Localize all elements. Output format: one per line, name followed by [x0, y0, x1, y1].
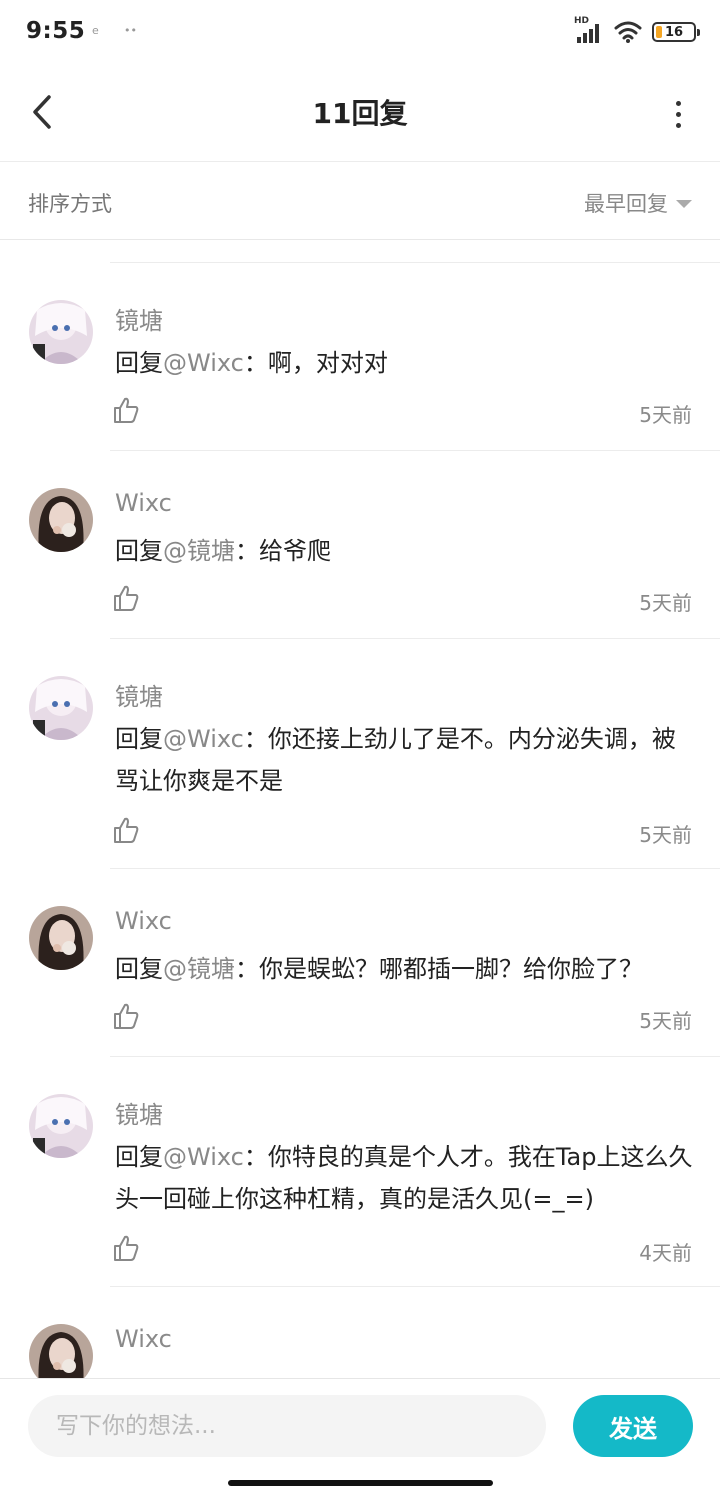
reply-body: ：啊，对对对	[243, 349, 388, 377]
comment-text: 回复@Wixc：你还接上劲儿了是不。内分泌失调，被骂让你爽是不是	[115, 718, 695, 802]
comment-time: 5天前	[639, 403, 692, 427]
sort-bar: 排序方式 最早回复	[0, 162, 720, 240]
reply-prefix: 回复	[115, 537, 163, 565]
avatar[interactable]	[29, 300, 93, 364]
more-vertical-icon	[675, 100, 681, 106]
mention-link[interactable]: @镜塘	[163, 955, 235, 983]
signal-icon: HD	[574, 16, 604, 44]
page-title: 11回复	[312, 97, 408, 130]
reply-prefix: 回复	[115, 725, 163, 753]
comment-time: 5天前	[639, 823, 692, 847]
reply-prefix: 回复	[115, 1143, 163, 1171]
thumbs-up-icon[interactable]	[112, 1002, 140, 1030]
comment-author[interactable]: 镜塘	[115, 301, 163, 336]
battery-icon: 16	[652, 22, 700, 42]
comment-author[interactable]: Wixc	[115, 907, 172, 935]
comment-text: 回复@镜塘：给爷爬	[115, 530, 695, 572]
battery-fill	[656, 26, 662, 38]
reply-input-container[interactable]	[28, 1395, 546, 1457]
comment-text: 回复@Wixc：啊，对对对	[115, 342, 695, 384]
mention-link[interactable]: @Wixc	[163, 1143, 244, 1171]
comment-text: 回复@镜塘：你是蜈蚣？哪都插一脚？给你脸了？	[115, 948, 695, 990]
mention-link[interactable]: @Wixc	[163, 349, 244, 377]
reply-input[interactable]	[56, 1413, 546, 1439]
avatar[interactable]	[29, 676, 93, 740]
avatar[interactable]	[29, 906, 93, 970]
sort-dropdown[interactable]: 最早回复	[584, 188, 692, 218]
reply-prefix: 回复	[115, 349, 163, 377]
status-bar: 9:55 e •• HD 16	[0, 0, 720, 64]
send-button[interactable]: 发送	[573, 1395, 693, 1457]
thumbs-up-icon[interactable]	[112, 396, 140, 424]
nav-bar: 11回复	[0, 64, 720, 162]
comment-item[interactable]: Wixc 回复@镜塘：你是蜈蚣？哪都插一脚？给你脸了？ 5天前	[0, 869, 720, 1057]
sort-label: 排序方式	[28, 192, 112, 216]
comment-time: 5天前	[639, 591, 692, 615]
comment-item[interactable]: Wixc 回复@镜塘：给爷爬 5天前	[0, 451, 720, 639]
status-indicators: HD 16	[574, 16, 700, 46]
comment-item[interactable]: 镜塘回复@Wixc：你还接上劲儿了是不。内分泌失调，被骂让你爽是不是 5天前	[0, 639, 720, 869]
avatar[interactable]	[29, 1094, 93, 1158]
status-notification-icon: e	[92, 24, 99, 37]
comment-author[interactable]: 镜塘	[115, 1095, 163, 1130]
comment-item[interactable]: 镜塘回复@Wixc：啊，对对对 5天前	[0, 263, 720, 451]
comment-text: 回复@Wixc：你特良的真是个人才。我在Tap上这么久头一回碰上你这种杠精，真的…	[115, 1136, 695, 1220]
avatar[interactable]	[29, 488, 93, 552]
status-time: 9:55	[26, 18, 86, 44]
battery-level: 16	[664, 24, 684, 40]
more-button[interactable]	[670, 94, 686, 134]
thumbs-up-icon[interactable]	[112, 816, 140, 844]
caret-down-icon	[676, 200, 692, 208]
comment-author[interactable]: Wixc	[115, 489, 172, 517]
mention-link[interactable]: @Wixc	[163, 725, 244, 753]
comment-time: 4天前	[639, 1241, 692, 1265]
comment-author[interactable]: Wixc	[115, 1325, 172, 1353]
reply-body: ：给爷爬	[235, 537, 331, 565]
thumbs-up-icon[interactable]	[112, 1234, 140, 1262]
comment-author[interactable]: 镜塘	[115, 677, 163, 712]
wifi-icon	[614, 20, 642, 44]
reply-body: ：你是蜈蚣？哪都插一脚？给你脸了？	[235, 955, 643, 983]
home-indicator[interactable]	[228, 1480, 493, 1486]
comment-item[interactable]: 镜塘回复@Wixc：你特良的真是个人才。我在Tap上这么久头一回碰上你这种杠精，…	[0, 1057, 720, 1287]
mention-link[interactable]: @镜塘	[163, 537, 235, 565]
reply-prefix: 回复	[115, 955, 163, 983]
sort-selected-value: 最早回复	[584, 192, 668, 216]
thumbs-up-icon[interactable]	[112, 584, 140, 612]
network-type-label: HD	[574, 16, 590, 26]
status-notification-icon-2: ••	[124, 24, 137, 37]
comment-time: 5天前	[639, 1009, 692, 1033]
